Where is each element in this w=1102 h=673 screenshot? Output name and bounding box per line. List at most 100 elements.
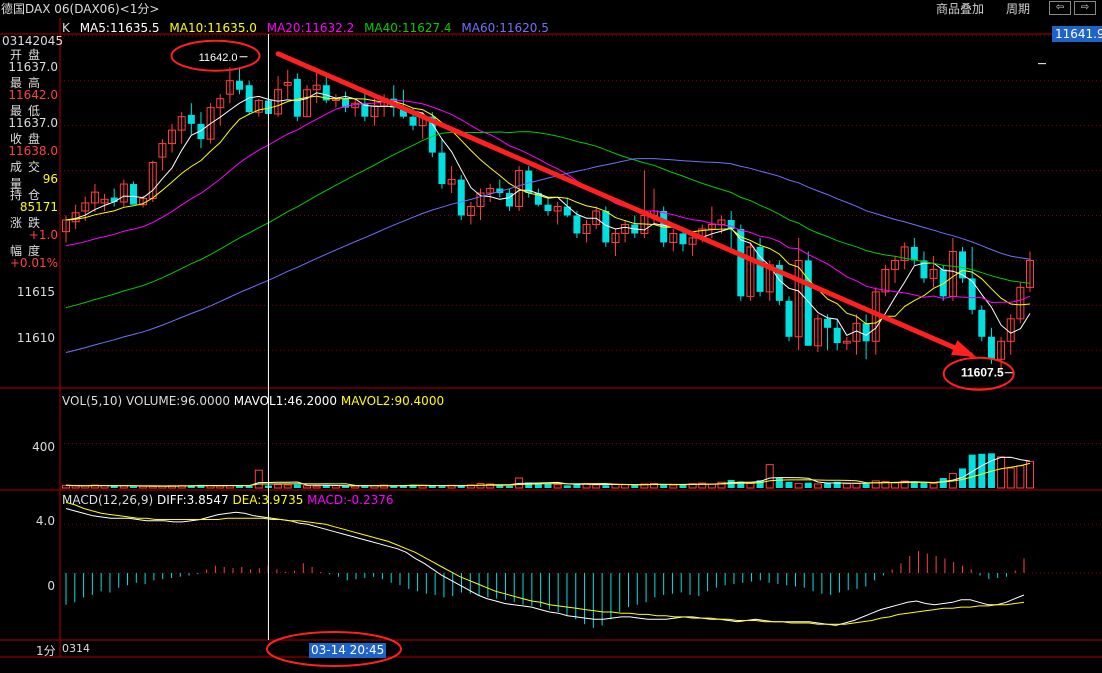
volume-bar [563, 485, 571, 488]
macd-dea: DEA:3.9735 [232, 493, 304, 507]
candle-body [409, 116, 417, 126]
info-value-5: 85171 [19, 200, 58, 214]
period-label: 1分 [36, 644, 56, 658]
candle-body [833, 327, 841, 344]
legend-ma60: MA60:11620.5 [461, 21, 549, 35]
candle-body [187, 114, 195, 124]
info-value-4: 96 [42, 172, 58, 186]
volume-tick-400: 400 [32, 440, 55, 454]
volume-bar [679, 484, 687, 488]
legend-ma10: MA10:11635.0 [169, 21, 257, 35]
downtrend-arrow [275, 51, 974, 358]
candle-body [804, 260, 812, 346]
candle-body [968, 278, 976, 310]
candle-body [573, 215, 581, 234]
macd-panel [65, 501, 1025, 628]
candle-body [438, 152, 446, 185]
volume-bar [81, 485, 90, 489]
volume-bar [929, 483, 938, 489]
diff-line [65, 508, 1025, 626]
volume-bar [631, 485, 639, 488]
macd-diff: DIFF:3.8547 [156, 493, 229, 507]
dea-line [65, 501, 1025, 625]
volume-bar [1016, 465, 1025, 489]
volume-bar [361, 486, 369, 488]
volume-bar [891, 482, 900, 489]
volume-bar [785, 481, 793, 488]
volume-bar [920, 482, 928, 488]
volume-bar [129, 486, 137, 488]
volume-bar [544, 484, 552, 488]
legend-k: K [62, 21, 70, 35]
volume-legend: VOL(5,10) VOLUME:96.0000 MAVOL1:46.2000 … [62, 394, 444, 408]
candle-body [978, 309, 986, 337]
candle-body [679, 233, 687, 245]
volume-bar [351, 485, 360, 489]
candle-body [910, 246, 918, 261]
volume-bar [1006, 467, 1015, 489]
arrowhead-icon [951, 340, 977, 358]
info-value-0: 11637.0 [8, 60, 58, 74]
volume-bars [62, 453, 1034, 489]
current-price-tag: 11641.9 [1052, 26, 1102, 42]
volume-bar [910, 482, 918, 488]
chart-canvas[interactable]: 11642.0 11607.5 [0, 0, 1102, 673]
candle-body [293, 78, 301, 117]
macd-value: MACD:-0.2376 [307, 493, 394, 507]
legend-ma40: MA40:11627.4 [364, 21, 452, 35]
candle-body [862, 323, 870, 342]
volume-bar [775, 478, 783, 488]
candle-body [544, 204, 552, 211]
volume-bar [794, 483, 803, 489]
volume-bar [283, 484, 292, 489]
macd-tick-4: 4.0 [35, 514, 55, 528]
volume-bar [110, 485, 118, 488]
price-tick-11615: 11615 [16, 285, 55, 299]
cursor-time-label: 03-14 20:45 [309, 643, 387, 658]
volume-bar [505, 486, 513, 488]
volume-bar [438, 486, 446, 488]
vol-value: VOLUME:96.0000 [126, 394, 230, 408]
volume-bar [274, 484, 283, 489]
info-value-2: 11637.0 [8, 116, 58, 130]
candle-body [785, 300, 793, 337]
start-date-label: 0314 [62, 642, 90, 655]
volume-bar [1026, 460, 1034, 489]
volume-bar [669, 484, 678, 489]
candle-body [236, 80, 244, 90]
volume-bar [852, 482, 861, 489]
volume-bar [804, 482, 812, 488]
volume-bar [765, 464, 774, 489]
vol-mavol2: MAVOL2:90.4000 [340, 394, 445, 408]
volume-bar [553, 484, 562, 489]
volume-bar [746, 482, 755, 489]
volume-bar [293, 484, 301, 488]
volume-bar [813, 483, 822, 489]
volume-bar [602, 485, 610, 488]
volume-bar [842, 483, 851, 489]
legend-ma5: MA5:11635.5 [79, 21, 160, 35]
candle-body [987, 336, 995, 360]
main-legend: K MA5:11635.5 MA10:11635.0 MA20:11632.2 … [62, 21, 555, 35]
price-tick-11610: 11610 [16, 331, 55, 345]
volume-bar [496, 485, 504, 488]
macd-legend: MACD(12,26,9) DIFF:3.8547 DEA:3.9735 MAC… [62, 493, 394, 507]
info-value-3: 11638.0 [8, 144, 58, 158]
volume-bar [939, 478, 947, 488]
candle-body [129, 184, 137, 205]
candle-body [939, 269, 947, 297]
vol-title: VOL(5,10) [62, 394, 123, 408]
info-value-7: +0.01% [9, 256, 58, 270]
volume-bar [978, 453, 986, 488]
volume-bar [871, 480, 880, 489]
volume-bar [254, 469, 263, 489]
volume-bar [862, 483, 870, 488]
volume-bar [660, 484, 668, 488]
candle-body [824, 318, 832, 328]
info-value-6: +1.0 [28, 228, 58, 242]
volume-bar [303, 485, 311, 489]
legend-ma20: MA20:11632.2 [266, 21, 355, 35]
volume-bar [312, 485, 321, 489]
candle-body [457, 179, 465, 216]
volume-bar [428, 486, 436, 488]
